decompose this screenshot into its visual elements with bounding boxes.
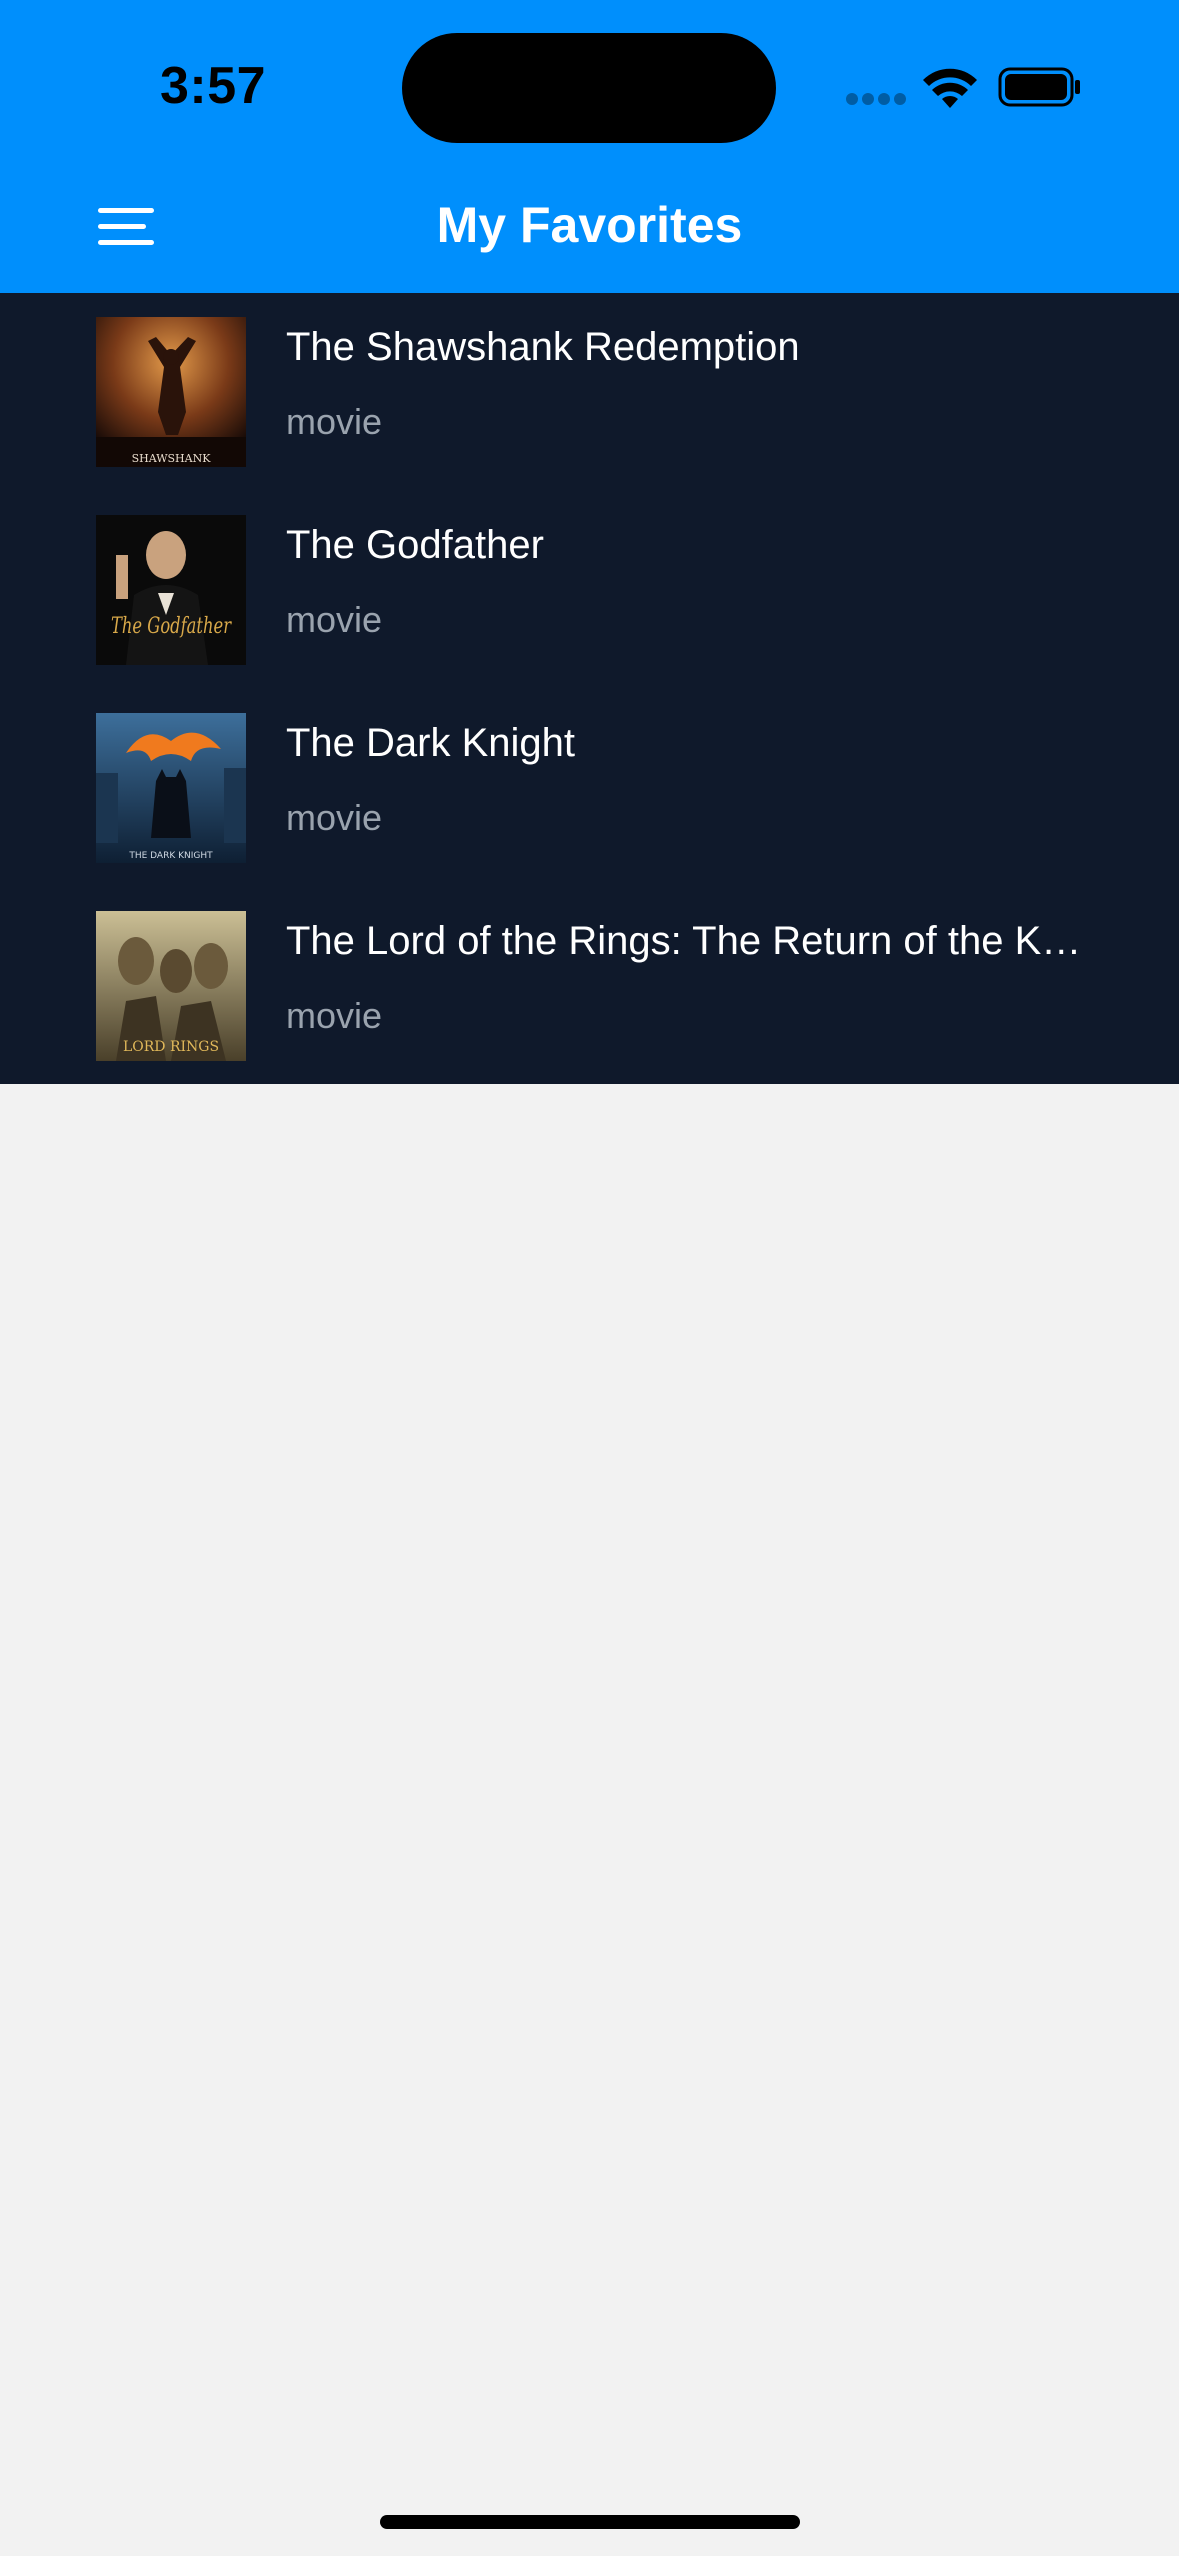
shawshank-poster-text: SHAWSHANK <box>132 452 212 465</box>
godfather-poster-text: The Godfather <box>111 614 232 639</box>
item-type: movie <box>286 995 383 1036</box>
item-type: movie <box>286 797 383 838</box>
wifi-icon <box>923 68 977 108</box>
dark-knight-poster-image: THE DARK KNIGHT <box>96 713 246 863</box>
cellular-signal-icon <box>846 93 906 107</box>
list-item[interactable]: The Godfather The Godfather movie <box>0 491 1179 689</box>
item-type: movie <box>286 401 383 442</box>
godfather-poster-image: The Godfather <box>96 515 246 665</box>
app-header: 3:57 My Favorites <box>0 0 1179 293</box>
item-title: The Godfather <box>286 523 544 567</box>
list-item[interactable]: LORD RINGS The Lord of the Rings: The Re… <box>0 887 1179 1085</box>
favorites-list: SHAWSHANK The Shawshank Redemption movie… <box>0 293 1179 1084</box>
item-title: The Dark Knight <box>286 721 576 765</box>
lotr-poster-text: LORD RINGS <box>123 1039 219 1055</box>
lotr-poster-image: LORD RINGS <box>96 911 246 1061</box>
item-title: The Lord of the Rings: The Return of the… <box>286 919 1086 963</box>
item-type: movie <box>286 599 383 640</box>
battery-icon <box>998 67 1080 107</box>
list-item[interactable]: SHAWSHANK The Shawshank Redemption movie <box>0 293 1179 491</box>
shawshank-poster-image: SHAWSHANK <box>96 317 246 467</box>
page-title: My Favorites <box>436 197 743 253</box>
item-title: The Shawshank Redemption <box>286 325 800 369</box>
status-bar-time: 3:57 <box>160 57 267 115</box>
list-item[interactable]: THE DARK KNIGHT The Dark Knight movie <box>0 689 1179 887</box>
dark-knight-poster-text: THE DARK KNIGHT <box>128 851 213 861</box>
dynamic-island <box>402 33 776 143</box>
home-indicator[interactable] <box>380 2515 800 2529</box>
